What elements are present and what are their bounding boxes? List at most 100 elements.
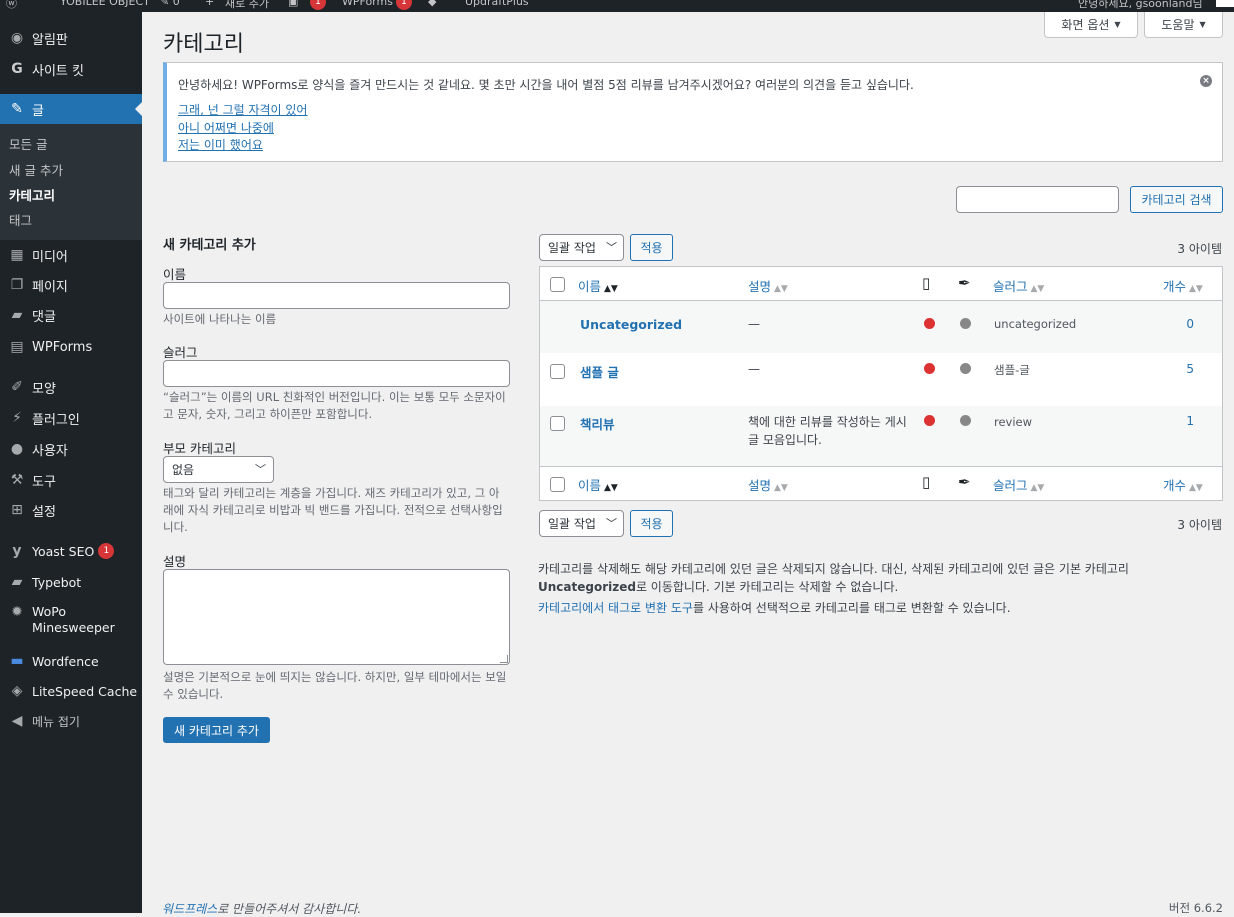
row-name-link[interactable]: 샘플 글 xyxy=(580,362,619,381)
sidebar-item-yoast[interactable]: y Yoast SEO 1 xyxy=(0,536,142,566)
admin-bar-wpforms[interactable]: WPForms xyxy=(342,0,393,8)
column-slug-header[interactable]: 슬러그 ▲▼ xyxy=(993,276,1044,295)
admin-bar-new-icon[interactable]: + xyxy=(205,0,214,8)
sidebar-item-media[interactable]: ▦ 미디어 xyxy=(0,240,142,270)
sidebar-item-typebot[interactable]: ▰ Typebot xyxy=(0,567,142,597)
description-textarea[interactable] xyxy=(163,569,510,665)
sidebar-item-wordfence[interactable]: ▬ Wordfence xyxy=(0,646,142,676)
updraft-icon[interactable]: ◆ xyxy=(428,0,436,8)
row-count-link[interactable]: 0 xyxy=(1186,317,1194,331)
sidebar-item-posts[interactable]: ✎ 글 xyxy=(0,94,142,124)
sidebar-item-plugins[interactable]: ⚡ 플러그인 xyxy=(0,403,142,433)
sidebar-item-pages[interactable]: ❐ 페이지 xyxy=(0,270,142,300)
sidebar-item-wopo[interactable]: ✹ WoPo Minesweeper xyxy=(0,604,142,644)
select-all-checkbox[interactable] xyxy=(550,277,565,292)
bulk-actions-select-bottom[interactable]: 일괄 작업 ﹀ xyxy=(539,510,624,537)
row-name-link[interactable]: 책리뷰 xyxy=(580,414,615,433)
column-slug-footer[interactable]: 슬러그 ▲▼ xyxy=(993,475,1044,494)
apply-button-bottom[interactable]: 적용 xyxy=(630,510,673,537)
submenu-tags[interactable]: 태그 xyxy=(9,210,32,229)
name-label: 이름 xyxy=(163,267,187,282)
column-description-header[interactable]: 설명 ▲▼ xyxy=(748,276,788,295)
minesweeper-icon: ✹ xyxy=(11,604,23,620)
row-count-link[interactable]: 5 xyxy=(1186,362,1194,376)
wordpress-link[interactable]: 워드프레스 xyxy=(162,902,217,916)
footer-version: 버전 6.6.2 xyxy=(1168,901,1223,915)
parent-category-select[interactable]: 없음 ﹀ xyxy=(163,456,274,483)
name-input[interactable] xyxy=(163,282,510,309)
category-search-input[interactable] xyxy=(956,186,1119,213)
apply-button-top[interactable]: 적용 xyxy=(630,234,673,261)
row-description: — xyxy=(748,362,760,376)
slug-label: 슬러그 xyxy=(163,345,198,360)
submenu-categories[interactable]: 카테고리 xyxy=(9,185,55,204)
notice-link-yes[interactable]: 그래, 넌 그럴 자격이 있어 xyxy=(178,101,307,118)
sort-icon: ▲▼ xyxy=(1189,483,1203,493)
wrench-icon: ⚒ xyxy=(10,472,24,488)
sidebar-collapse[interactable]: ◀ 메뉴 접기 xyxy=(0,706,142,736)
submenu-new-post[interactable]: 새 글 추가 xyxy=(9,160,63,179)
admin-bar-comments-badge: 1 xyxy=(310,0,326,10)
sidebar-item-dashboard[interactable]: ◉ 알림판 xyxy=(0,23,142,53)
admin-bar-account[interactable]: 안녕하세요, gsoonland님 xyxy=(1078,0,1203,11)
media-icon: ▦ xyxy=(10,247,24,263)
add-category-button[interactable]: 새 카테고리 추가 xyxy=(163,717,270,743)
row-slug: 샘플-글 xyxy=(994,363,1030,377)
yoast-badge: 1 xyxy=(98,543,115,559)
converter-note: 카테고리에서 태그로 변환 도구를 사용하여 선택적으로 카테고리를 태그로 변… xyxy=(538,601,1011,615)
comment-icon: ▰ xyxy=(11,307,23,323)
row-slug: uncategorized xyxy=(994,317,1077,331)
screen-options-button[interactable]: 화면 옵션 ▼ xyxy=(1044,12,1138,38)
column-description-footer[interactable]: 설명 ▲▼ xyxy=(748,475,788,494)
plugin-icon: ⚡ xyxy=(12,410,22,426)
seo-status-icon xyxy=(924,318,935,329)
dismiss-icon[interactable]: × xyxy=(1200,75,1212,87)
wordfence-icon: ▬ xyxy=(10,653,24,669)
column-count-header[interactable]: 개수 ▲▼ xyxy=(1163,276,1203,295)
sidebar-item-wpforms[interactable]: ▤ WPForms xyxy=(0,332,142,362)
admin-bar-customize-icon[interactable]: ✎ 0 xyxy=(160,0,180,8)
notice-link-done[interactable]: 저는 이미 했어요 xyxy=(178,136,263,153)
yoast-icon: y xyxy=(12,543,22,559)
wordpress-logo-icon[interactable]: ⓦ xyxy=(6,0,17,11)
select-all-checkbox-bottom[interactable] xyxy=(550,477,565,492)
item-count-top: 3 아이템 xyxy=(1177,242,1222,256)
category-tag-converter-link[interactable]: 카테고리에서 태그로 변환 도구 xyxy=(538,601,693,615)
table-row: 샘플 글 — 샘플-글 5 xyxy=(540,353,1222,406)
submenu-all-posts[interactable]: 모든 글 xyxy=(9,134,47,153)
admin-bar-new[interactable]: 새로 추가 xyxy=(225,0,269,11)
avatar[interactable] xyxy=(1216,0,1234,7)
column-name-footer[interactable]: 이름 ▲▼ xyxy=(578,475,618,494)
row-checkbox[interactable] xyxy=(550,416,565,431)
collapse-icon: ◀ xyxy=(11,713,23,729)
search-categories-button[interactable]: 카테고리 검색 xyxy=(1130,186,1223,213)
sidebar-item-settings[interactable]: ⊞ 설정 xyxy=(0,495,142,525)
notice-link-later[interactable]: 아니 어쩌면 나중에 xyxy=(178,119,274,136)
bulk-actions-select-top[interactable]: 일괄 작업 ﹀ xyxy=(539,234,624,261)
column-name-header[interactable]: 이름 ▲▼ xyxy=(578,276,618,295)
page-title: 카테고리 xyxy=(163,32,244,57)
traffic-light-icon: ▯ xyxy=(922,473,931,491)
parent-help: 태그와 달리 카테고리는 계층을 가집니다. 재즈 카테고리가 있고, 그 아래… xyxy=(163,486,503,534)
column-count-footer[interactable]: 개수 ▲▼ xyxy=(1163,475,1203,494)
row-count-link[interactable]: 1 xyxy=(1186,414,1194,428)
chevron-down-icon: ﹀ xyxy=(255,463,266,476)
row-checkbox[interactable] xyxy=(550,364,565,379)
sidebar-item-tools[interactable]: ⚒ 도구 xyxy=(0,465,142,495)
sidebar-item-comments[interactable]: ▰ 댓글 xyxy=(0,300,142,330)
footer-thanks: 워드프레스로 만들어주셔서 감사합니다. xyxy=(162,902,362,916)
slug-input[interactable] xyxy=(163,360,510,387)
sidebar-item-sitekit[interactable]: G 사이트 킷 xyxy=(0,54,142,84)
resize-handle-icon[interactable] xyxy=(500,655,508,663)
admin-bar-site-name[interactable]: YOBILEE OBJECT xyxy=(60,0,150,8)
sidebar-item-users[interactable]: ● 사용자 xyxy=(0,434,142,464)
seo-status-icon xyxy=(924,363,935,374)
sidebar-item-appearance[interactable]: ✐ 모양 xyxy=(0,372,142,402)
row-name-link[interactable]: Uncategorized xyxy=(580,317,682,332)
sidebar-item-litespeed[interactable]: ◈ LiteSpeed Cache xyxy=(0,676,142,706)
sort-icon: ▲▼ xyxy=(774,483,788,493)
admin-bar-updraftplus[interactable]: UpdraftPlus xyxy=(465,0,529,8)
admin-bar-comments-icon[interactable]: ▣ xyxy=(288,0,298,8)
help-button[interactable]: 도움말 ▼ xyxy=(1144,12,1223,38)
litespeed-icon: ◈ xyxy=(11,683,23,699)
